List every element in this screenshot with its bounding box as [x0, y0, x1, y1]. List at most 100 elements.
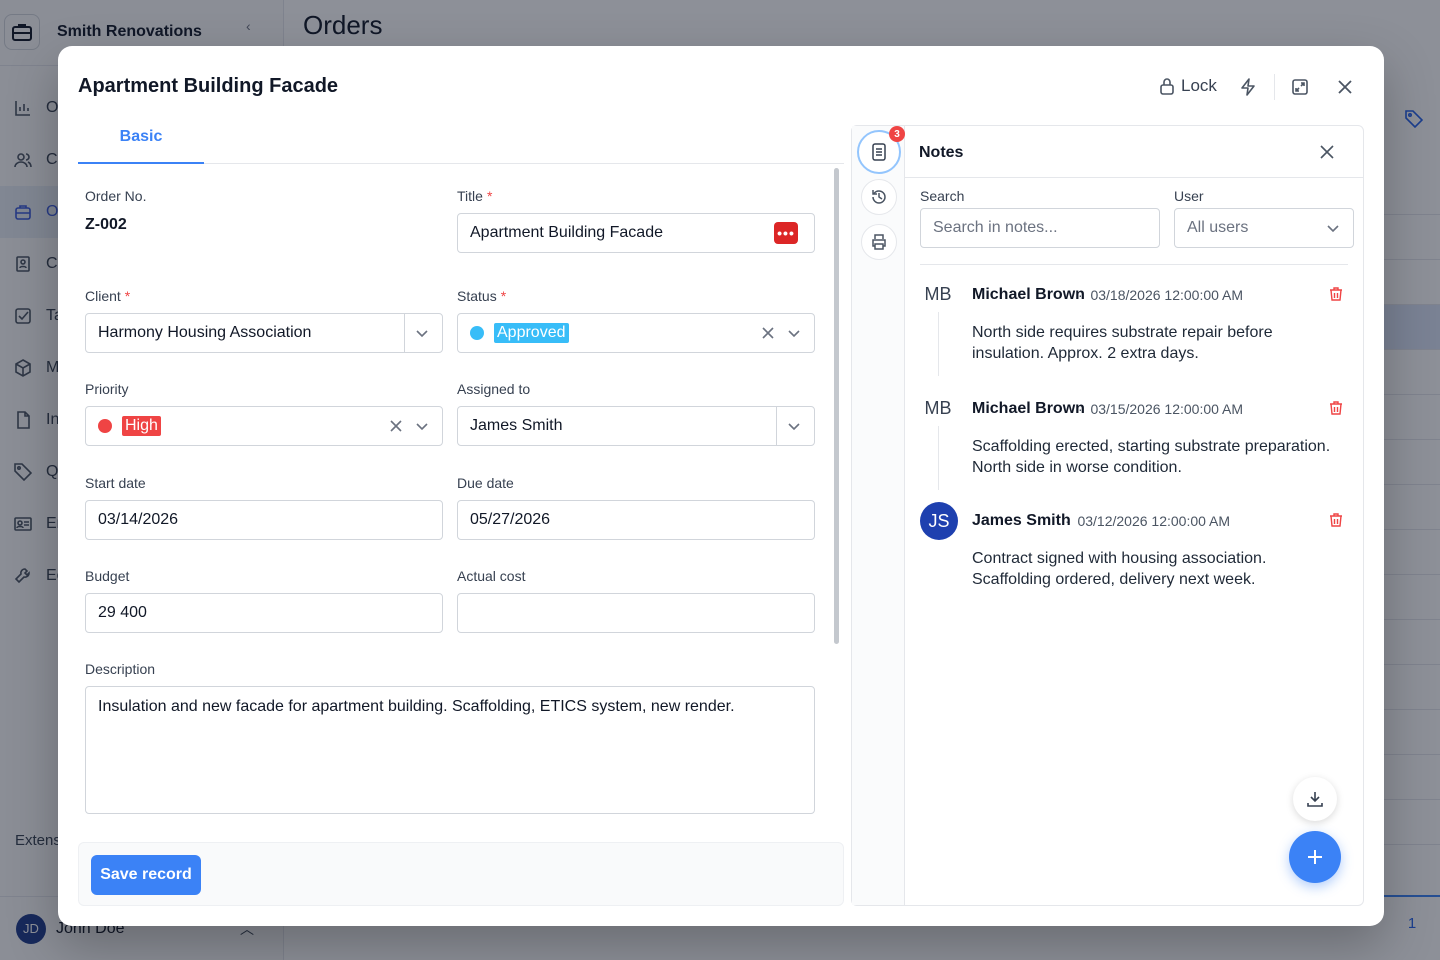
chevron-down-icon[interactable] [786, 325, 802, 341]
user-filter-select[interactable]: All users [1174, 208, 1354, 248]
tab-basic[interactable]: Basic [78, 116, 204, 164]
note-author: James Smith [972, 512, 1071, 529]
client-select[interactable]: Harmony Housing Association [85, 313, 443, 353]
notes-tab-button[interactable]: 3 [857, 126, 905, 174]
note-date-text: 03/12/2026 12:00:00 AM [1077, 513, 1231, 529]
download-button[interactable] [1293, 777, 1337, 821]
note-date-separator: · [1065, 513, 1070, 529]
description-textarea[interactable]: Insulation and new facade for apartment … [85, 686, 815, 814]
note-date: · 03/15/2026 12:00:00 AM [1078, 401, 1243, 417]
chevron-down-icon [1327, 225, 1339, 233]
required-mark: * [486, 188, 493, 204]
plus-icon [1308, 850, 1322, 864]
priority-label: Priority [85, 381, 129, 397]
title-input[interactable]: Apartment Building Facade ••• [457, 213, 815, 253]
timeline-line [938, 426, 939, 490]
required-mark: * [500, 288, 507, 304]
header-divider [1274, 74, 1275, 100]
lightning-button[interactable] [1235, 74, 1261, 100]
priority-color-dot [98, 419, 112, 433]
start-date-input[interactable]: 03/14/2026 [85, 500, 443, 540]
history-tab-button[interactable] [861, 179, 897, 215]
order-form: Order No. Z-002 Title * Apartment Buildin… [78, 164, 844, 840]
select-divider [776, 407, 777, 445]
trash-icon[interactable] [1328, 286, 1344, 302]
chevron-down-icon[interactable] [414, 325, 430, 341]
clear-icon[interactable] [388, 418, 404, 434]
title-label: Title * [457, 188, 492, 204]
close-modal-button[interactable] [1332, 74, 1358, 100]
notes-title: Notes [919, 144, 964, 161]
note-item: JS James Smith · 03/12/2026 12:00:00 AM … [920, 502, 1348, 612]
assigned-to-label: Assigned to [457, 381, 531, 397]
actual-cost-label: Actual cost [457, 568, 526, 584]
lock-button[interactable]: Lock [1159, 76, 1217, 96]
order-no-value: Z-002 [85, 216, 127, 233]
save-record-button[interactable]: Save record [91, 855, 201, 895]
notes-icon [872, 143, 886, 161]
notes-header: Notes [905, 126, 1364, 178]
note-date-separator: · [1078, 287, 1083, 303]
note-text: Contract signed with housing association… [972, 550, 1267, 588]
close-icon [1338, 80, 1352, 94]
more-options-button[interactable]: ••• [774, 222, 798, 244]
print-tab-button[interactable] [861, 224, 897, 260]
expand-button[interactable] [1287, 74, 1313, 100]
trash-icon[interactable] [1328, 400, 1344, 416]
priority-chip: High [122, 416, 161, 436]
budget-input[interactable]: 29 400 [85, 593, 443, 633]
download-icon [1307, 792, 1323, 807]
notes-divider [920, 264, 1348, 265]
expand-icon [1292, 79, 1308, 95]
due-date-input[interactable]: 05/27/2026 [457, 500, 815, 540]
budget-label: Budget [85, 568, 130, 584]
assigned-to-value: James Smith [470, 417, 563, 434]
add-note-button[interactable] [1289, 831, 1341, 883]
select-divider [404, 314, 405, 352]
close-icon[interactable] [1317, 142, 1337, 162]
form-scrollbar[interactable] [834, 168, 839, 644]
avatar: MB [924, 283, 952, 304]
note-item: MB Michael Brown · 03/15/2026 12:00:00 A… [920, 390, 1348, 500]
priority-select[interactable]: High [85, 406, 443, 446]
client-select-value: Harmony Housing Association [98, 324, 312, 341]
history-icon [872, 190, 886, 204]
note-date-separator: · [1078, 401, 1083, 417]
note-text: North side requires substrate repair bef… [972, 324, 1273, 362]
trash-icon[interactable] [1328, 512, 1344, 528]
note-date-text: 03/15/2026 12:00:00 AM [1090, 401, 1244, 417]
client-label: Client * [85, 288, 130, 304]
tab-bar: Basic [78, 116, 844, 164]
lock-icon [1160, 78, 1174, 95]
status-label-text: Status [457, 288, 497, 304]
notes-search-input[interactable]: Search in notes... [920, 208, 1160, 248]
note-item: MB Michael Brown · 03/18/2026 12:00:00 A… [920, 276, 1348, 386]
due-date-label: Due date [457, 475, 514, 491]
timeline-line [938, 312, 939, 376]
title-label-text: Title [457, 188, 483, 204]
chevron-down-icon[interactable] [786, 418, 802, 434]
user-filter-value: All users [1187, 219, 1249, 236]
more-icon: ••• [777, 225, 795, 241]
assigned-to-select[interactable]: James Smith [457, 406, 815, 446]
status-select[interactable]: Approved [457, 313, 815, 353]
due-date-value: 05/27/2026 [470, 511, 551, 528]
note-author: Michael Brown [972, 400, 1085, 417]
avatar: MB [924, 397, 952, 418]
status-color-dot [470, 326, 484, 340]
search-label: Search [920, 188, 965, 204]
note-text: Scaffolding erected, starting substrate … [972, 438, 1331, 476]
client-label-text: Client [85, 288, 121, 304]
note-date: · 03/18/2026 12:00:00 AM [1078, 287, 1243, 303]
required-mark: * [124, 288, 131, 304]
title-input-value: Apartment Building Facade [470, 224, 663, 241]
actual-cost-input[interactable] [457, 593, 815, 633]
printer-icon [872, 234, 886, 250]
note-author: Michael Brown [972, 286, 1085, 303]
start-date-value: 03/14/2026 [98, 511, 179, 528]
clear-icon[interactable] [760, 325, 776, 341]
status-chip: Approved [494, 323, 569, 343]
start-date-label: Start date [85, 475, 146, 491]
chevron-down-icon[interactable] [414, 418, 430, 434]
budget-value: 29 400 [98, 604, 147, 621]
